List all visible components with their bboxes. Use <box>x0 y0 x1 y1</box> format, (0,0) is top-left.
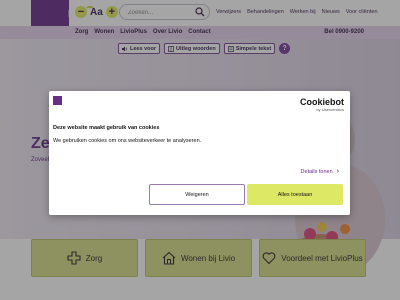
cookiebot-logo: Cookiebot by Usercentrics <box>300 97 344 112</box>
cookiebot-by: by Usercentrics <box>316 107 344 112</box>
cookie-dialog-title: Deze website maakt gebruik van cookies <box>53 125 160 131</box>
cookiebot-name: Cookiebot <box>300 97 344 107</box>
accept-all-cookies-button[interactable]: Alles toestaan <box>247 184 343 205</box>
livio-small-logo <box>53 96 62 105</box>
chevron-right-icon: › <box>336 168 339 175</box>
cookie-dialog-text: We gebruiken cookies om ons websiteverke… <box>53 138 202 144</box>
refuse-cookies-button[interactable]: Weigeren <box>149 184 245 205</box>
show-details-label: Details tonen <box>300 168 333 175</box>
show-details-link[interactable]: Details tonen › <box>301 168 339 175</box>
cookie-consent-dialog: Cookiebot by Usercentrics Deze website m… <box>49 91 350 215</box>
